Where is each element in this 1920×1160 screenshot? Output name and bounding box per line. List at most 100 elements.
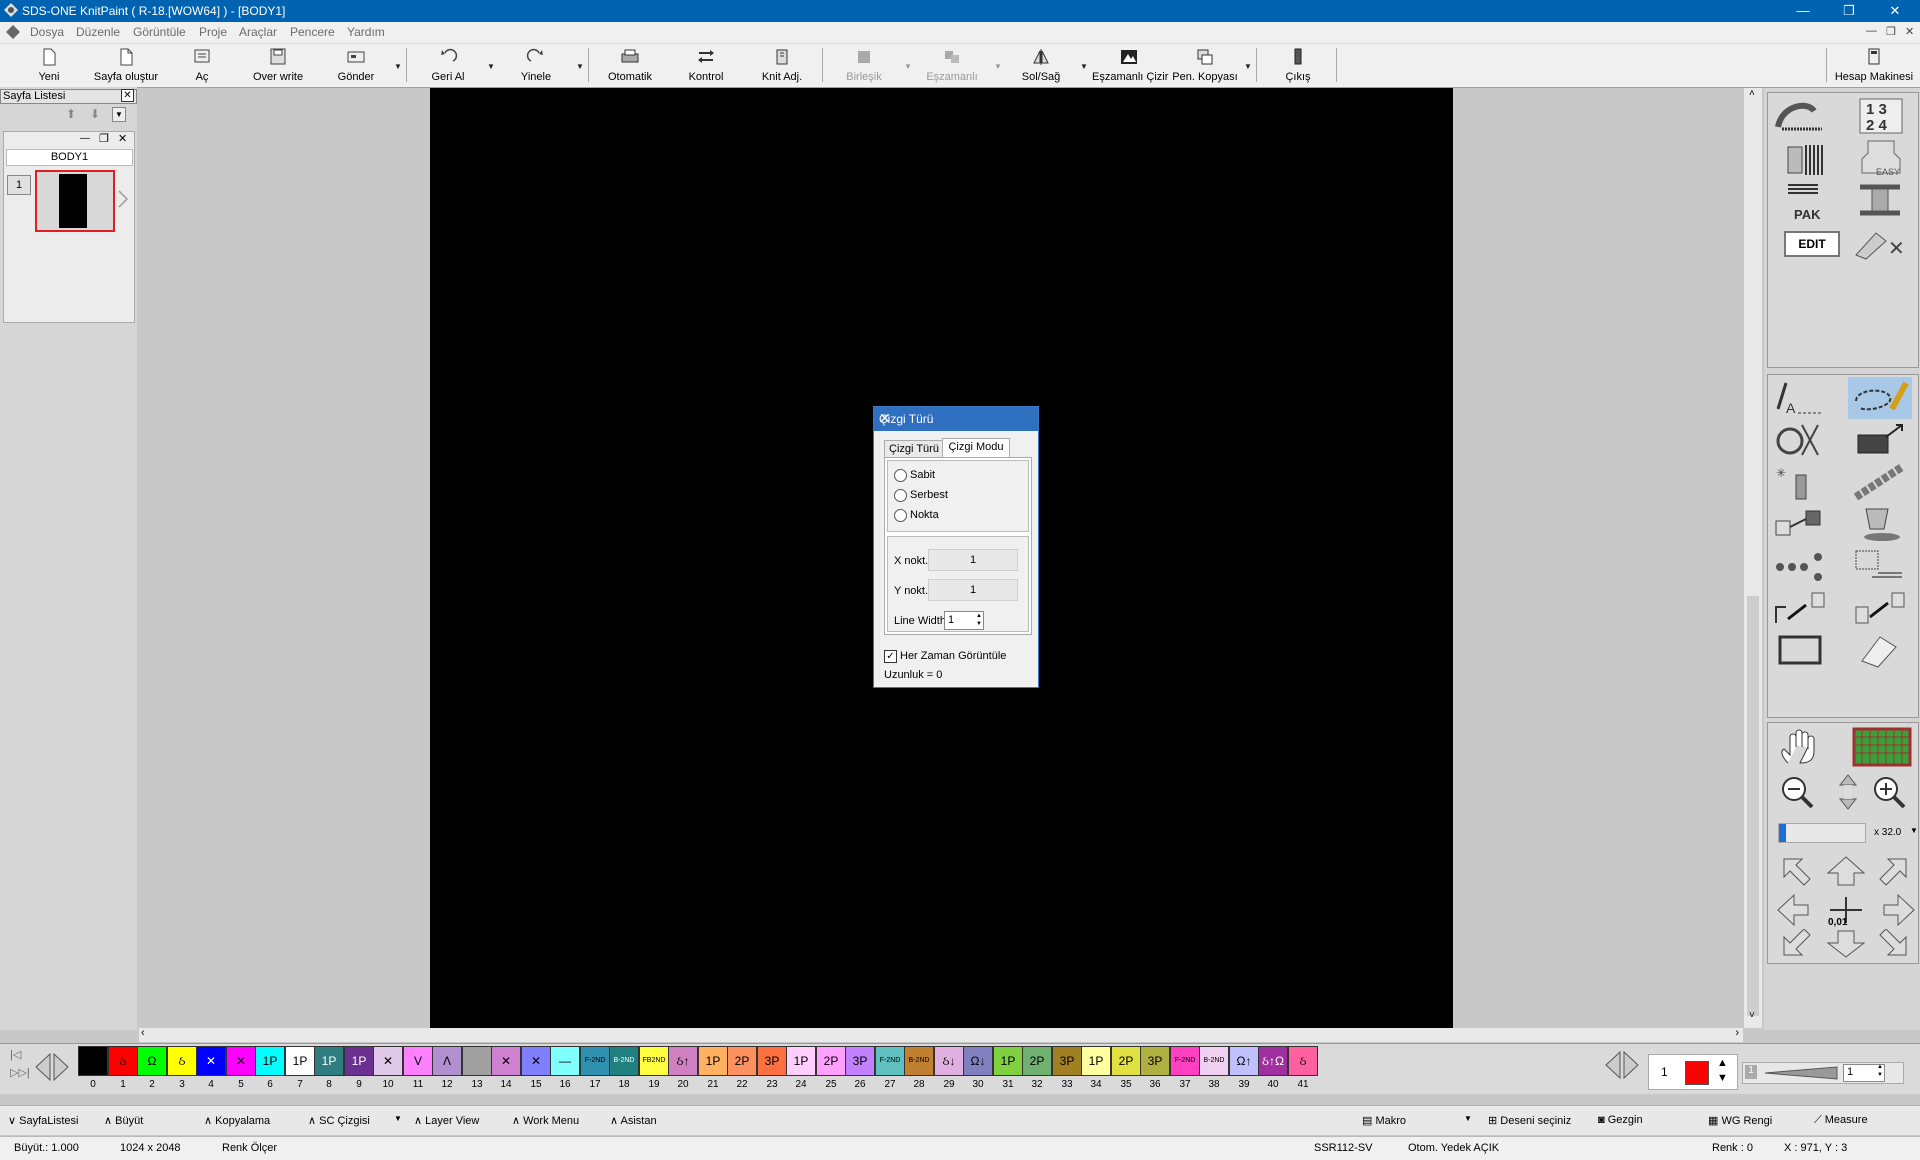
freehand-pencil-tool-icon[interactable] bbox=[1848, 377, 1912, 419]
arrow-right-icon[interactable] bbox=[1876, 893, 1916, 927]
mdi-minimize-button[interactable]: — bbox=[1866, 25, 1877, 37]
color-swatch-23[interactable]: 3P bbox=[757, 1046, 787, 1076]
color-swatch-29[interactable]: ઠ↓ bbox=[934, 1046, 964, 1076]
grid-view-icon[interactable] bbox=[1852, 727, 1912, 767]
subwindow-close-icon[interactable]: ✕ bbox=[118, 132, 127, 145]
dots-pattern-tool-icon[interactable] bbox=[1772, 547, 1828, 585]
spray-tool-icon[interactable]: ✳ bbox=[1772, 463, 1828, 501]
erase-x-tool-icon[interactable]: ✕ bbox=[1852, 225, 1914, 263]
palette-first-icon[interactable]: |◁ bbox=[10, 1048, 21, 1061]
frame-select-tool-icon[interactable] bbox=[1772, 631, 1828, 669]
arrow-up-left-icon[interactable] bbox=[1778, 855, 1814, 887]
arrow-up-icon[interactable] bbox=[1826, 855, 1866, 887]
color-swatch-15[interactable]: ✕ bbox=[521, 1046, 551, 1076]
page-thumbnail[interactable] bbox=[35, 170, 115, 232]
menu-araclar[interactable]: Araçlar bbox=[239, 25, 277, 39]
color-swatch-38[interactable]: B-2ND bbox=[1199, 1046, 1229, 1076]
color-swatch-37[interactable]: F-2ND bbox=[1170, 1046, 1200, 1076]
enlarge-toggle[interactable]: ∧ Büyüt bbox=[104, 1114, 143, 1127]
color-swatch-20[interactable]: ઠ↑ bbox=[668, 1046, 698, 1076]
sync-draw-button[interactable]: Eşzamanlı Çizir bbox=[1092, 46, 1168, 84]
arrow-left-icon[interactable] bbox=[1776, 893, 1816, 927]
current-color-swatch[interactable] bbox=[1685, 1061, 1709, 1085]
open-button[interactable]: Aç bbox=[182, 46, 222, 84]
sc-line-dropdown-icon[interactable]: ▼ bbox=[394, 1114, 402, 1123]
color-swatch-35[interactable]: 2P bbox=[1111, 1046, 1141, 1076]
eraser-tool-icon[interactable] bbox=[1852, 631, 1908, 669]
pen-copy-dropdown-arrow[interactable]: ▼ bbox=[1244, 62, 1252, 71]
combine-button[interactable]: Birleşik bbox=[834, 46, 894, 84]
color-swatch-22[interactable]: 2P bbox=[727, 1046, 757, 1076]
send-dropdown-arrow[interactable]: ▼ bbox=[394, 62, 402, 71]
numbers-1234-icon[interactable]: 1 32 4 bbox=[1856, 97, 1906, 135]
thickness-down-icon[interactable]: ▼ bbox=[1877, 1072, 1883, 1078]
palette-scroll-icon[interactable] bbox=[1602, 1050, 1642, 1080]
zoom-dropdown-icon[interactable]: ▼ bbox=[1910, 826, 1918, 835]
check-button[interactable]: Kontrol bbox=[678, 46, 734, 84]
color-swatch-4[interactable]: ✕ bbox=[196, 1046, 226, 1076]
spinner-down-icon[interactable]: ▼ bbox=[976, 620, 982, 628]
macro-button[interactable]: ▤ Makro bbox=[1362, 1114, 1406, 1127]
color-swatch-19[interactable]: FB2ND bbox=[639, 1046, 669, 1076]
arrow-up-right-icon[interactable] bbox=[1876, 855, 1912, 887]
circle-cut-tool-icon[interactable] bbox=[1772, 421, 1828, 459]
color-swatch-27[interactable]: F-2ND bbox=[875, 1046, 905, 1076]
pattern-brush-icon[interactable] bbox=[1772, 97, 1828, 135]
page-list-close-icon[interactable]: ✕ bbox=[121, 89, 134, 102]
palette-prev-next-icon[interactable] bbox=[32, 1052, 72, 1082]
restore-button[interactable]: ❐ bbox=[1826, 0, 1872, 22]
tab-line-mode[interactable]: Çizgi Modu bbox=[942, 438, 1010, 458]
x-point-field[interactable]: 1 bbox=[928, 549, 1018, 571]
color-swatch-30[interactable]: Ω↓ bbox=[963, 1046, 993, 1076]
radio-sabit[interactable] bbox=[894, 469, 907, 482]
radio-serbest[interactable] bbox=[894, 489, 907, 502]
copy-block-tool-icon[interactable] bbox=[1772, 505, 1828, 543]
menu-pencere[interactable]: Pencere bbox=[290, 25, 335, 39]
left-right-button[interactable]: Sol/Sağ bbox=[1016, 46, 1066, 84]
menu-duzenle[interactable]: Düzenle bbox=[76, 25, 120, 39]
arrow-down-left-icon[interactable] bbox=[1778, 929, 1814, 959]
zoom-in-icon[interactable] bbox=[1864, 773, 1920, 811]
color-swatch-6[interactable]: 1P bbox=[255, 1046, 285, 1076]
color-swatch-10[interactable]: ✕ bbox=[373, 1046, 403, 1076]
menu-dosya[interactable]: Dosya bbox=[30, 25, 64, 39]
create-page-button[interactable]: Sayfa oluştur bbox=[88, 46, 164, 84]
color-swatch-31[interactable]: 1P bbox=[993, 1046, 1023, 1076]
redo-button[interactable]: Yinele bbox=[508, 46, 564, 84]
zoom-slider-thumb[interactable] bbox=[1779, 824, 1786, 842]
page-list-dropdown-icon[interactable]: ▼ bbox=[112, 107, 126, 122]
color-swatch-21[interactable]: 1P bbox=[698, 1046, 728, 1076]
barcode-tool-icon[interactable] bbox=[1782, 141, 1838, 179]
mdi-close-button[interactable]: ✕ bbox=[1905, 25, 1914, 38]
send-button[interactable]: Gönder bbox=[326, 46, 386, 84]
close-button[interactable]: ✕ bbox=[1872, 0, 1918, 22]
dialog-close-icon[interactable]: ✕ bbox=[879, 410, 1032, 427]
menu-yardim[interactable]: Yardım bbox=[347, 25, 385, 39]
scrollbar-thumb[interactable] bbox=[1747, 596, 1759, 1016]
thickness-spinner[interactable]: 1 ▲ ▼ bbox=[1843, 1064, 1885, 1082]
color-swatch-40[interactable]: ઠ↑Ω bbox=[1258, 1046, 1288, 1076]
color-swatch-16[interactable]: — bbox=[550, 1046, 580, 1076]
left-right-dropdown-arrow[interactable]: ▼ bbox=[1080, 62, 1088, 71]
color-swatch-24[interactable]: 1P bbox=[786, 1046, 816, 1076]
undo-dropdown-arrow[interactable]: ▼ bbox=[487, 62, 495, 71]
color-up-icon[interactable]: ▲ bbox=[1717, 1057, 1728, 1069]
overwrite-button[interactable]: Over write bbox=[242, 46, 314, 84]
new-button[interactable]: Yeni bbox=[28, 46, 70, 84]
color-swatch-36[interactable]: 3P bbox=[1140, 1046, 1170, 1076]
zoom-slider[interactable] bbox=[1778, 823, 1866, 843]
app-menu-icon[interactable] bbox=[6, 25, 20, 39]
assistant-toggle[interactable]: ∧ Asistan bbox=[610, 1114, 657, 1127]
color-swatch-0[interactable] bbox=[78, 1046, 108, 1076]
line-width-spinner[interactable]: 1 ▲ ▼ bbox=[944, 611, 984, 630]
grid-selection-tool-icon[interactable] bbox=[1852, 547, 1908, 585]
edit-button[interactable]: EDIT bbox=[1784, 231, 1840, 257]
horizontal-scrollbar[interactable]: ‹ › bbox=[139, 1027, 1743, 1042]
color-swatch-17[interactable]: F-2ND bbox=[580, 1046, 610, 1076]
color-swatch-32[interactable]: 2P bbox=[1022, 1046, 1052, 1076]
auto-button[interactable]: Otomatik bbox=[600, 46, 660, 84]
arrow-down-icon[interactable]: ⬇ bbox=[90, 107, 100, 121]
arrow-down-icon[interactable] bbox=[1826, 929, 1866, 959]
navigator-button[interactable]: ◙ Gezgin bbox=[1598, 1114, 1643, 1126]
subwindow-restore-icon[interactable]: ❐ bbox=[99, 132, 109, 145]
